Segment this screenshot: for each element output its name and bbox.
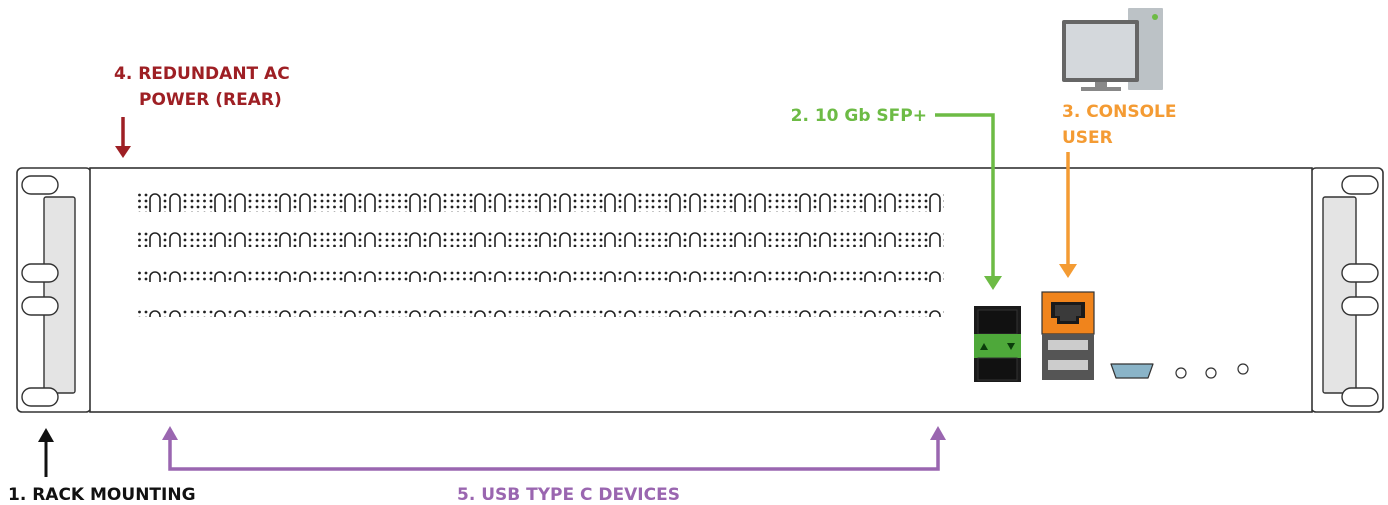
serial-port-icon [1110,363,1154,379]
label-power-line1: 4. REDUNDANT AC [114,64,290,84]
label-sfp: 2. 10 Gb SFP+ [791,106,927,126]
rack-mounting-arrow [38,428,54,477]
right-rack-ear [1310,167,1384,413]
label-usb: 5. USB TYPE C DEVICES [457,485,680,505]
label-console-line1: 3. CONSOLE [1062,102,1177,122]
label-power-line2: POWER (REAR) [139,90,282,110]
left-rack-ear [16,167,92,413]
power-arrow [115,117,131,158]
label-rack-mounting: 1. RACK MOUNTING [8,485,196,505]
server-diagram: 1. RACK MOUNTING 2. 10 Gb SFP+ 3. CONSOL… [8,8,1384,505]
desktop-computer-icon [1062,8,1163,91]
usb-arrow [162,426,946,471]
usb-port-icon [1042,334,1094,380]
ethernet-port-icon [1041,291,1095,335]
label-console-line2: USER [1062,128,1113,148]
sfp-port-icon [974,306,1021,382]
